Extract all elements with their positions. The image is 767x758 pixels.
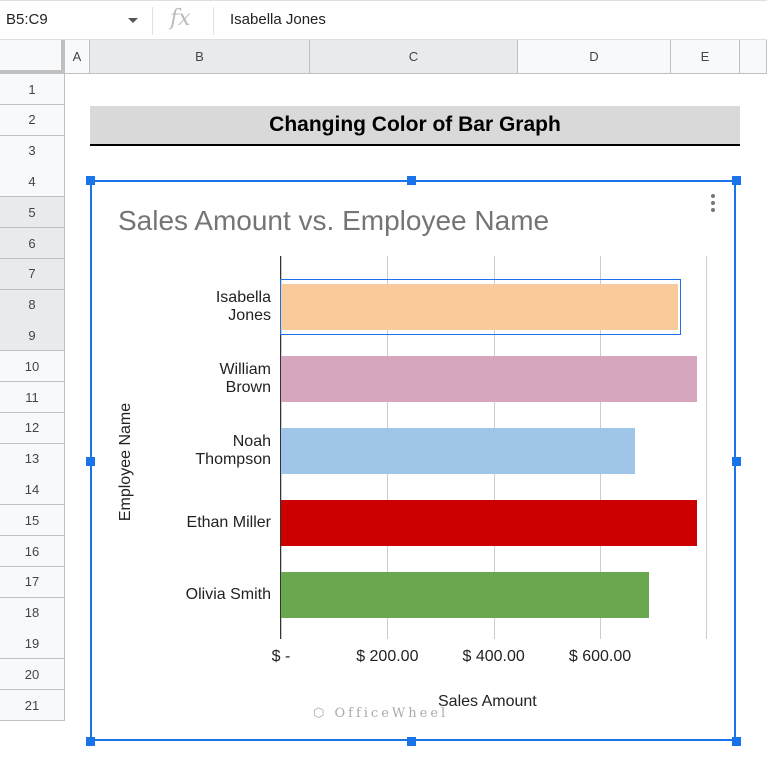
row-header[interactable]: 19 xyxy=(0,628,65,660)
row-header[interactable]: 20 xyxy=(0,659,65,691)
y-tick-label: Isabella Jones xyxy=(215,289,271,324)
divider xyxy=(152,7,153,35)
row-header[interactable]: 12 xyxy=(0,412,65,444)
resize-handle[interactable] xyxy=(86,737,95,746)
bar[interactable] xyxy=(281,356,697,402)
fx-icon: fx xyxy=(170,6,191,31)
gridline xyxy=(706,256,708,639)
resize-handle[interactable] xyxy=(407,737,416,746)
column-header[interactable]: D xyxy=(518,40,671,74)
name-box[interactable]: B5:C9 xyxy=(6,11,48,28)
column-header[interactable]: E xyxy=(671,40,740,74)
x-tick-label: $ 600.00 xyxy=(568,648,632,665)
bar[interactable] xyxy=(281,572,649,618)
row-header[interactable]: 10 xyxy=(0,351,65,383)
sheet-title: Changing Color of Bar Graph xyxy=(90,106,740,146)
row-header[interactable]: 9 xyxy=(0,320,65,352)
watermark-logo: ⬡ OfficeWheel xyxy=(313,706,449,721)
column-header[interactable]: C xyxy=(310,40,518,74)
divider xyxy=(213,7,214,35)
x-tick-label: $ - xyxy=(271,648,291,665)
row-header[interactable]: 5 xyxy=(0,197,65,229)
row-header[interactable]: 8 xyxy=(0,289,65,321)
row-header[interactable]: 1 xyxy=(0,74,65,105)
resize-handle[interactable] xyxy=(86,176,95,185)
chevron-down-icon[interactable] xyxy=(128,18,138,23)
selected-bar-outline xyxy=(280,279,681,335)
resize-handle[interactable] xyxy=(86,457,95,466)
resize-handle[interactable] xyxy=(732,737,741,746)
row-header[interactable]: 6 xyxy=(0,228,65,259)
y-tick-label: William Brown xyxy=(219,361,271,396)
column-header[interactable]: B xyxy=(90,40,310,74)
x-tick-label: $ 400.00 xyxy=(462,648,525,665)
column-header[interactable] xyxy=(740,40,767,74)
bar[interactable] xyxy=(281,500,697,546)
row-header[interactable]: 14 xyxy=(0,474,65,506)
select-all-corner[interactable] xyxy=(0,40,65,74)
resize-handle[interactable] xyxy=(407,176,416,185)
chart-title: Sales Amount vs. Employee Name xyxy=(118,205,550,236)
column-header[interactable]: A xyxy=(65,40,90,74)
row-header[interactable]: 3 xyxy=(0,135,65,167)
row-header[interactable]: 7 xyxy=(0,258,65,290)
x-tick-label: $ 200.00 xyxy=(356,648,419,665)
row-header[interactable]: 15 xyxy=(0,505,65,537)
resize-handle[interactable] xyxy=(732,176,741,185)
row-header[interactable]: 2 xyxy=(0,104,65,136)
resize-handle[interactable] xyxy=(732,457,741,466)
row-header[interactable]: 16 xyxy=(0,536,65,567)
row-header[interactable]: 13 xyxy=(0,443,65,475)
row-header[interactable]: 4 xyxy=(0,166,65,198)
y-tick-label: Noah Thompson xyxy=(195,433,271,468)
y-tick-label: Ethan Miller xyxy=(186,514,271,531)
row-header[interactable]: 18 xyxy=(0,597,65,629)
row-header[interactable]: 21 xyxy=(0,690,65,721)
bar[interactable] xyxy=(281,428,635,474)
x-axis-label: Sales Amount xyxy=(438,693,537,710)
formula-input[interactable]: Isabella Jones xyxy=(230,11,326,28)
more-options-icon[interactable] xyxy=(711,194,715,215)
row-header[interactable]: 17 xyxy=(0,566,65,598)
y-tick-label: Olivia Smith xyxy=(185,586,271,603)
row-header[interactable]: 11 xyxy=(0,382,65,413)
y-axis-label: Employee Name xyxy=(117,402,134,522)
formula-bar: B5:C9 fx Isabella Jones xyxy=(0,0,767,40)
